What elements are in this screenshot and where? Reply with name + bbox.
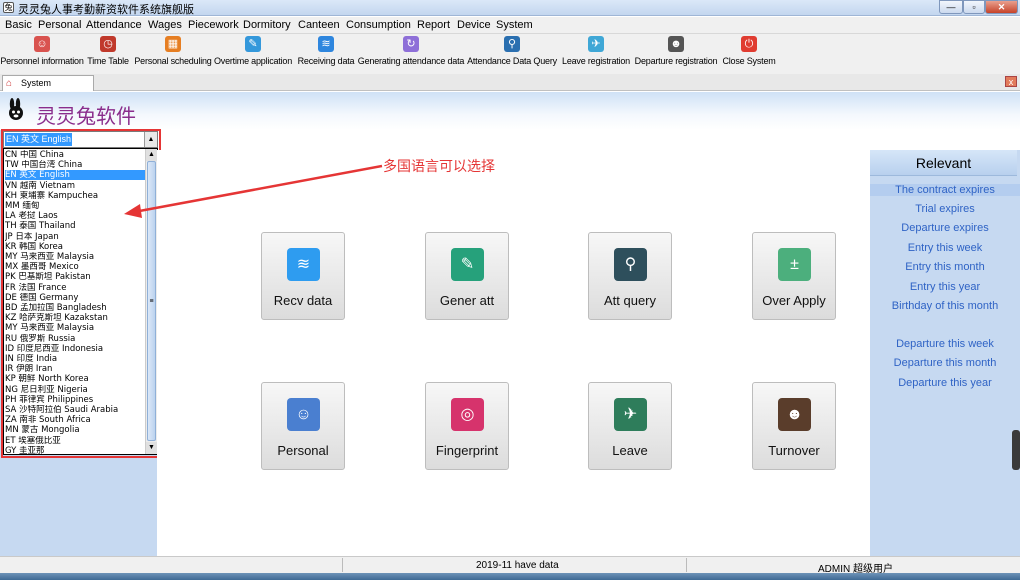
power-icon: ⏻ <box>741 36 757 52</box>
status-data-info: 2019-11 have data <box>476 560 559 571</box>
relevant-panel: Relevant The contract expires Trial expir… <box>870 150 1020 556</box>
fingerprint-icon: ◎ <box>451 398 484 431</box>
tile-label: Leave <box>612 443 648 458</box>
calculator-icon: ± <box>778 248 811 281</box>
status-divider <box>342 558 343 572</box>
app-logo-icon: 兔 <box>3 2 14 13</box>
tile-gener-att[interactable]: ✎ Gener att <box>425 232 509 320</box>
relevant-link[interactable]: Departure this year <box>870 377 1020 389</box>
menu-basic[interactable]: Basic <box>5 19 32 31</box>
tile-label: Recv data <box>273 293 333 308</box>
minimize-button[interactable]: — <box>939 0 963 14</box>
brand-header: 灵灵兔软件 <box>0 92 1020 130</box>
notebook-icon: ✎ <box>451 248 484 281</box>
status-divider <box>686 558 687 572</box>
relevant-link[interactable]: Entry this month <box>870 261 1020 273</box>
rabbit-logo-icon <box>9 98 23 120</box>
relevant-link[interactable]: The contract expires <box>870 184 1020 196</box>
menu-canteen[interactable]: Canteen <box>298 19 340 31</box>
tile-label: Personal <box>277 443 329 458</box>
leave-icon: ✈ <box>588 36 604 52</box>
side-scroll-handle[interactable] <box>1012 430 1020 470</box>
tile-fingerprint[interactable]: ◎ Fingerprint <box>425 382 509 470</box>
tab-strip: ⌂ System Navigation x <box>0 74 1020 102</box>
menu-piecework[interactable]: Piecework <box>188 19 239 31</box>
menu-attendance[interactable]: Attendance <box>86 19 142 31</box>
grid-icon: ▦ <box>165 36 181 52</box>
generate-icon: ↻ <box>403 36 419 52</box>
tab-system-navigation[interactable]: ⌂ System Navigation <box>2 75 94 102</box>
relevant-link[interactable]: Birthday of this month <box>870 300 1020 312</box>
tile-label: Gener att <box>439 293 495 308</box>
relevant-link[interactable]: Entry this week <box>870 242 1020 254</box>
menu-dormitory[interactable]: Dormitory <box>243 19 291 31</box>
window-title: 灵灵兔人事考勤薪资软件系统旗舰版 <box>18 3 194 16</box>
search-icon: ⚲ <box>614 248 647 281</box>
relevant-title: Relevant <box>870 150 1017 176</box>
toolbar-button-label: Close System <box>722 56 776 66</box>
wifi-icon: ≋ <box>318 36 334 52</box>
toolbar-button-10[interactable]: ⏻ Close System <box>689 36 809 66</box>
home-icon: ⌂ <box>6 78 13 89</box>
tile-label: Fingerprint <box>435 443 499 458</box>
tile-leave[interactable]: ✈ Leave <box>588 382 672 470</box>
tile-att-query[interactable]: ⚲ Att query <box>588 232 672 320</box>
users-icon: ☺ <box>287 398 320 431</box>
leave-icon: ✈ <box>614 398 647 431</box>
close-tab-icon[interactable]: x <box>1005 76 1017 87</box>
menu-system[interactable]: System <box>496 19 533 31</box>
query-icon: ⚲ <box>504 36 520 52</box>
tile-label: Att query <box>603 293 657 308</box>
os-taskbar <box>0 573 1020 580</box>
relevant-link[interactable]: Departure expires <box>870 222 1020 234</box>
relevant-link[interactable]: Trial expires <box>870 203 1020 215</box>
menu-consumption[interactable]: Consumption <box>346 19 411 31</box>
menu-device[interactable]: Device <box>457 19 491 31</box>
brand-name: 灵灵兔软件 <box>36 104 136 128</box>
title-bar: 兔 灵灵兔人事考勤薪资软件系统旗舰版 — ▫ ✕ <box>0 0 1020 16</box>
menu-personal[interactable]: Personal <box>38 19 81 31</box>
annotation-text: 多国语言可以选择 <box>383 159 495 175</box>
tile-turnover[interactable]: ☻ Turnover <box>752 382 836 470</box>
tile-personal[interactable]: ☺ Personal <box>261 382 345 470</box>
person-icon: ☻ <box>778 398 811 431</box>
tile-label: Turnover <box>768 443 820 458</box>
maximize-button[interactable]: ▫ <box>963 0 985 14</box>
menu-bar: Basic Personal Attendance Wages Piecework Dor… <box>0 17 1020 34</box>
tile-label: Over Apply <box>762 293 826 308</box>
relevant-link[interactable]: Entry this year <box>870 281 1020 293</box>
toolbar: ☺ Personnel information ◷ Time Table ▦ Person… <box>0 34 1020 74</box>
wifi-icon: ≋ <box>287 248 320 281</box>
form-icon: ✎ <box>245 36 261 52</box>
status-bar: 2019-11 have data ADMIN 超级用户 <box>0 556 1020 575</box>
annotation-arrow <box>124 164 383 218</box>
menu-wages[interactable]: Wages <box>148 19 182 31</box>
close-window-button[interactable]: ✕ <box>985 0 1018 14</box>
menu-report[interactable]: Report <box>417 19 450 31</box>
tile-over-apply[interactable]: ± Over Apply <box>752 232 836 320</box>
relevant-link[interactable]: Departure this month <box>870 357 1020 369</box>
tile-recv-data[interactable]: ≋ Recv data <box>261 232 345 320</box>
relevant-link[interactable]: Departure this week <box>870 338 1020 350</box>
person-icon: ☻ <box>668 36 684 52</box>
